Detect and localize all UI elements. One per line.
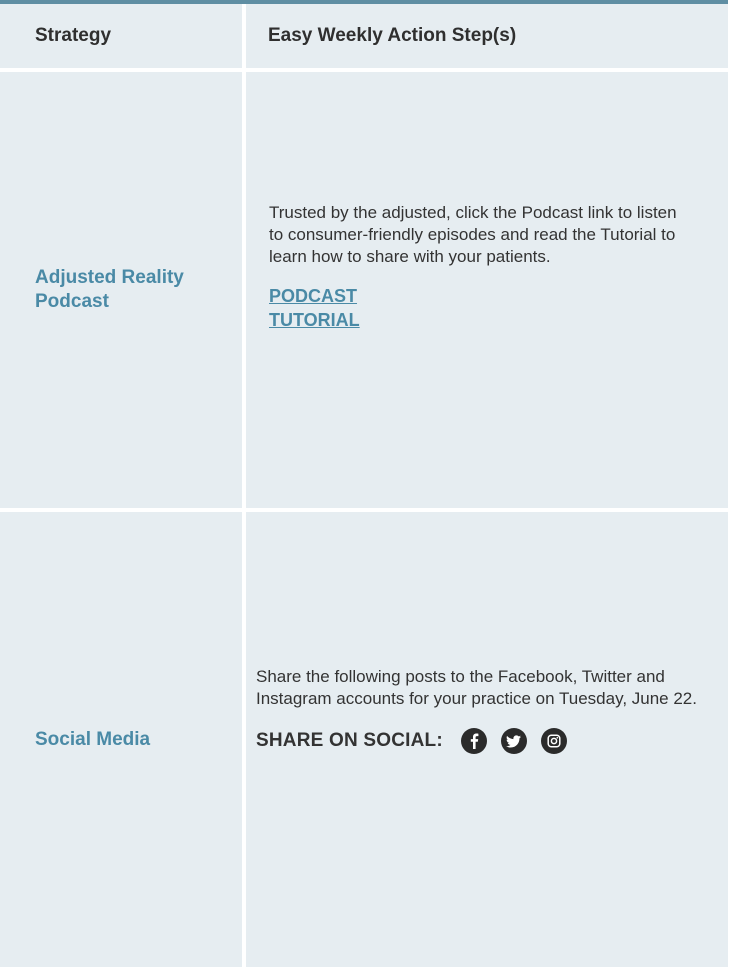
strategy-name: Adjusted Reality Podcast [35,267,184,312]
table-row-social-steps: Share the following posts to the Faceboo… [246,512,728,967]
step-description: Share the following posts to the Faceboo… [256,667,697,708]
share-on-social: SHARE ON SOCIAL: [256,728,716,754]
table-row-podcast-steps: Trusted by the adjusted, click the Podca… [246,72,728,508]
strategy-table: Strategy Easy Weekly Action Step(s) Adju… [0,4,728,967]
strategy-header: Strategy [0,4,242,68]
steps-header-label: Easy Weekly Action Step(s) [268,25,517,46]
step-description: Trusted by the adjusted, click the Podca… [269,203,677,266]
strategy-name: Social Media [35,728,151,750]
twitter-icon[interactable] [500,728,527,754]
table-row-podcast-strategy: Adjusted Reality Podcast [0,72,242,508]
share-label: SHARE ON SOCIAL: [256,730,443,751]
strategy-header-label: Strategy [35,25,112,46]
facebook-icon[interactable] [460,728,487,754]
tutorial-link[interactable]: TUTORIAL [269,308,689,332]
instagram-icon[interactable] [540,728,567,754]
steps-header: Easy Weekly Action Step(s) [246,4,728,68]
table-row-social-strategy: Social Media [0,512,242,967]
podcast-link[interactable]: PODCAST [269,284,689,308]
